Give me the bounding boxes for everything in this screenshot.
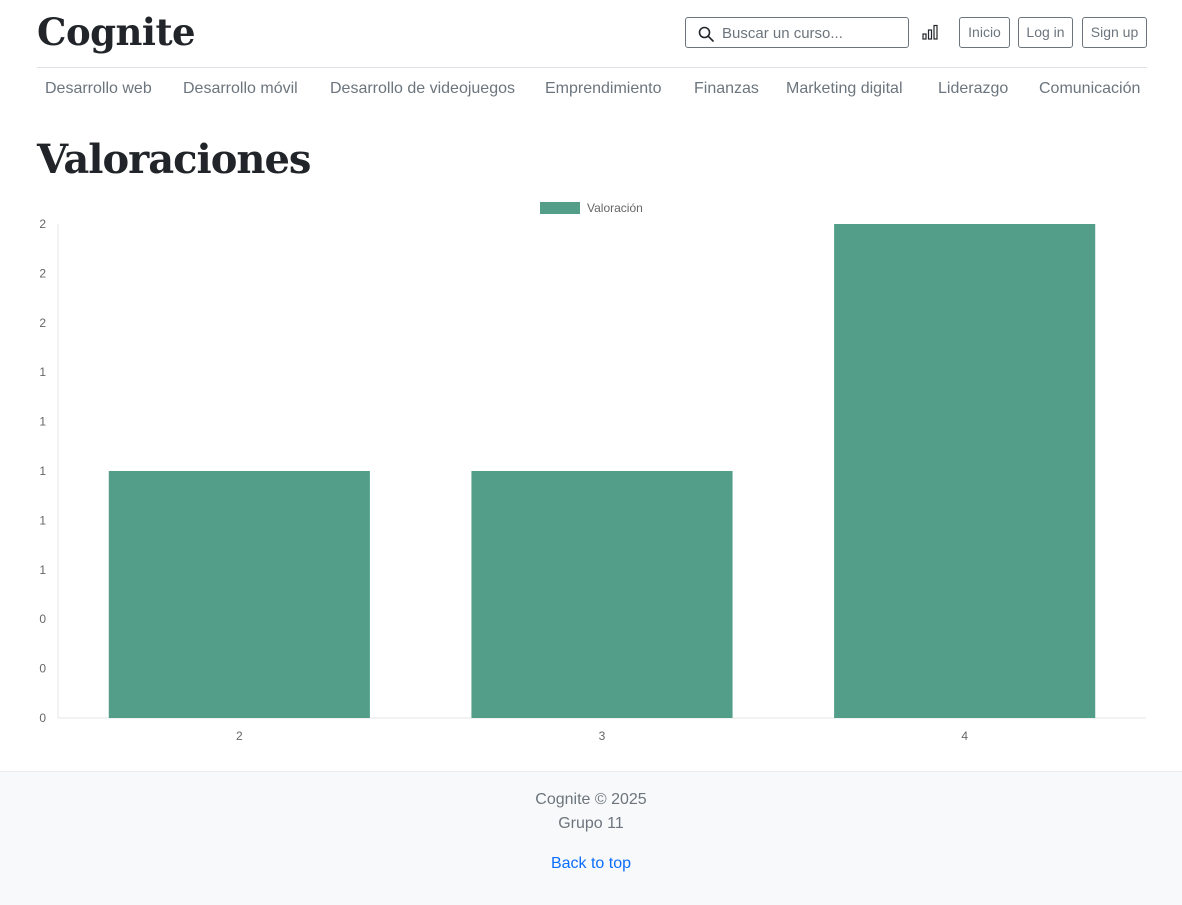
site-header: Cognite Inicio Log in Sign up — [37, 0, 1147, 68]
y-tick-label: 1 — [39, 513, 46, 527]
nav-item-marketing-digital[interactable]: Marketing digital — [786, 80, 903, 98]
y-tick-label: 2 — [39, 217, 46, 231]
ratings-chart: 0 0 0 1 1 1 1 1 2 2 2 2 3 4 Valoración — [0, 190, 1182, 755]
bar-chart-icon[interactable] — [922, 24, 938, 40]
nav-item-desarrollo-videojuegos[interactable]: Desarrollo de videojuegos — [330, 80, 515, 98]
y-tick-label: 1 — [39, 563, 46, 577]
site-footer: Cognite © 2025 Grupo 11 Back to top — [0, 771, 1182, 905]
y-tick-label: 2 — [39, 266, 46, 280]
y-tick-label: 1 — [39, 464, 46, 478]
bar-3 — [471, 471, 733, 718]
footer-group: Grupo 11 — [558, 815, 624, 832]
back-to-top-link[interactable]: Back to top — [0, 855, 1182, 873]
login-button[interactable]: Log in — [1018, 17, 1073, 48]
x-tick-label: 2 — [236, 729, 243, 743]
category-nav: Desarrollo web Desarrollo móvil Desarrol… — [37, 80, 1147, 104]
inicio-button[interactable]: Inicio — [959, 17, 1010, 48]
x-tick-label: 4 — [961, 729, 968, 743]
y-tick-label: 2 — [39, 316, 46, 330]
nav-item-desarrollo-movil[interactable]: Desarrollo móvil — [183, 80, 298, 98]
search-input[interactable] — [722, 22, 902, 44]
nav-item-liderazgo[interactable]: Liderazgo — [938, 80, 1008, 98]
site-logo[interactable]: Cognite — [37, 10, 196, 54]
signup-button[interactable]: Sign up — [1082, 17, 1147, 48]
legend-label: Valoración — [587, 201, 643, 215]
y-tick-label: 0 — [39, 612, 46, 626]
search-icon — [698, 26, 714, 42]
nav-item-emprendimiento[interactable]: Emprendimiento — [545, 80, 662, 98]
nav-item-comunicacion[interactable]: Comunicación — [1039, 80, 1140, 98]
y-tick-label: 1 — [39, 365, 46, 379]
x-tick-label: 3 — [599, 729, 606, 743]
search-box[interactable] — [685, 17, 909, 48]
nav-item-finanzas[interactable]: Finanzas — [694, 80, 759, 98]
bar-2 — [108, 471, 370, 718]
legend-swatch — [540, 202, 580, 214]
ratings-bar-chart: 0 0 0 1 1 1 1 1 2 2 2 2 3 4 Valoración — [39, 201, 1146, 743]
nav-item-desarrollo-web[interactable]: Desarrollo web — [45, 80, 152, 98]
footer-copyright: Cognite © 2025 — [535, 791, 647, 808]
bar-4 — [834, 224, 1096, 718]
y-tick-label: 1 — [39, 415, 46, 429]
y-tick-label: 0 — [39, 662, 46, 676]
y-tick-label: 0 — [39, 711, 46, 725]
page-title: Valoraciones — [37, 136, 311, 183]
